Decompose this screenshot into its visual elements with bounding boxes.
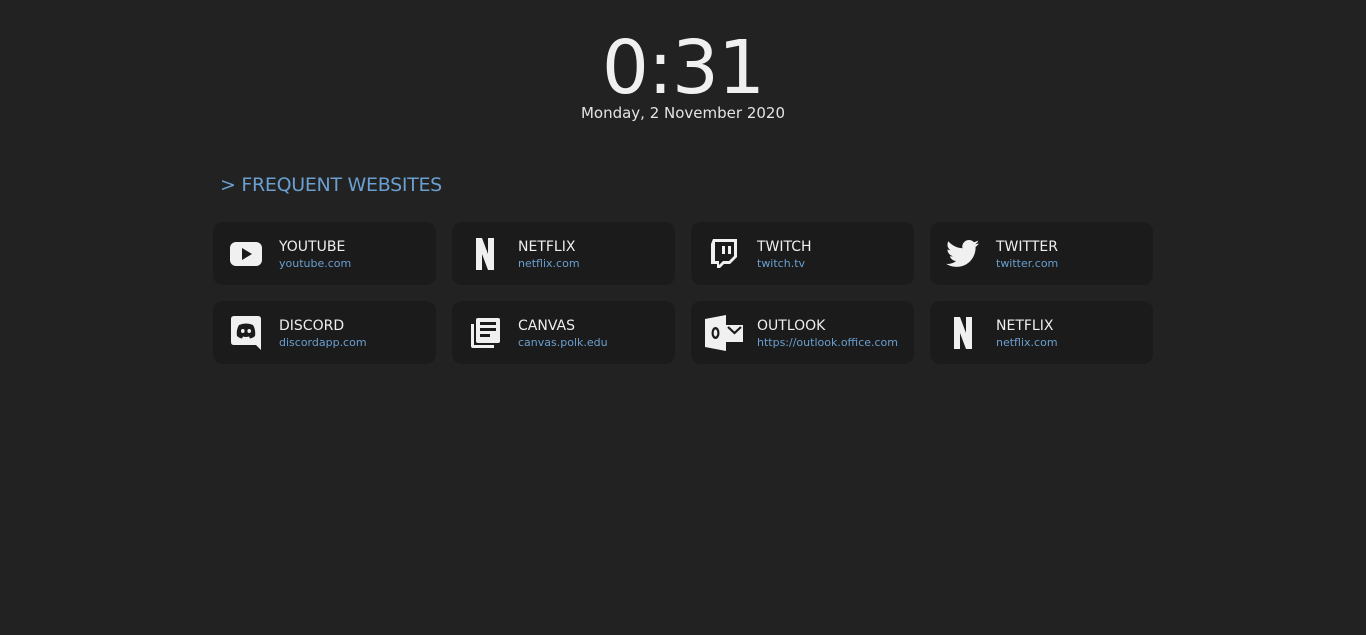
- section-title: > FREQUENT WEBSITES: [220, 174, 442, 196]
- site-url[interactable]: discordapp.com: [279, 336, 367, 350]
- clock-date: Monday, 2 November 2020: [580, 104, 786, 122]
- clock-time: 0:31: [601, 25, 765, 111]
- outlook-icon: [691, 301, 757, 364]
- site-url[interactable]: twitch.tv: [757, 257, 812, 271]
- site-name: CANVAS: [518, 317, 575, 334]
- site-card-netflix[interactable]: NETFLIX netflix.com: [452, 222, 675, 285]
- site-name: OUTLOOK: [757, 317, 826, 334]
- frequent-websites-grid: YOUTUBE youtube.com NETFLIX netflix.com: [213, 222, 1154, 364]
- site-card-youtube[interactable]: YOUTUBE youtube.com: [213, 222, 436, 285]
- youtube-icon: [213, 222, 279, 285]
- site-name: YOUTUBE: [279, 238, 346, 255]
- site-url[interactable]: youtube.com: [279, 257, 351, 271]
- discord-icon: [213, 301, 279, 364]
- site-name: NETFLIX: [518, 238, 576, 255]
- site-card-discord[interactable]: DISCORD discordapp.com: [213, 301, 436, 364]
- site-name: TWITTER: [996, 238, 1058, 255]
- site-card-twitch[interactable]: TWITCH twitch.tv: [691, 222, 914, 285]
- site-url[interactable]: https://outlook.office.com: [757, 336, 898, 350]
- netflix-icon: [930, 301, 996, 364]
- twitter-icon: [930, 222, 996, 285]
- site-url[interactable]: canvas.polk.edu: [518, 336, 608, 350]
- clock: 0:31 Monday, 2 November 2020: [0, 26, 1366, 122]
- site-name: TWITCH: [757, 238, 812, 255]
- site-url[interactable]: netflix.com: [996, 336, 1058, 350]
- site-url[interactable]: netflix.com: [518, 257, 580, 271]
- netflix-icon: [452, 222, 518, 285]
- site-card-twitter[interactable]: TWITTER twitter.com: [930, 222, 1153, 285]
- site-url[interactable]: twitter.com: [996, 257, 1058, 271]
- site-name: NETFLIX: [996, 317, 1054, 334]
- canvas-icon: [452, 301, 518, 364]
- site-card-outlook[interactable]: OUTLOOK https://outlook.office.com: [691, 301, 914, 364]
- twitch-icon: [691, 222, 757, 285]
- site-card-canvas[interactable]: CANVAS canvas.polk.edu: [452, 301, 675, 364]
- site-name: DISCORD: [279, 317, 345, 334]
- site-card-netflix[interactable]: NETFLIX netflix.com: [930, 301, 1153, 364]
